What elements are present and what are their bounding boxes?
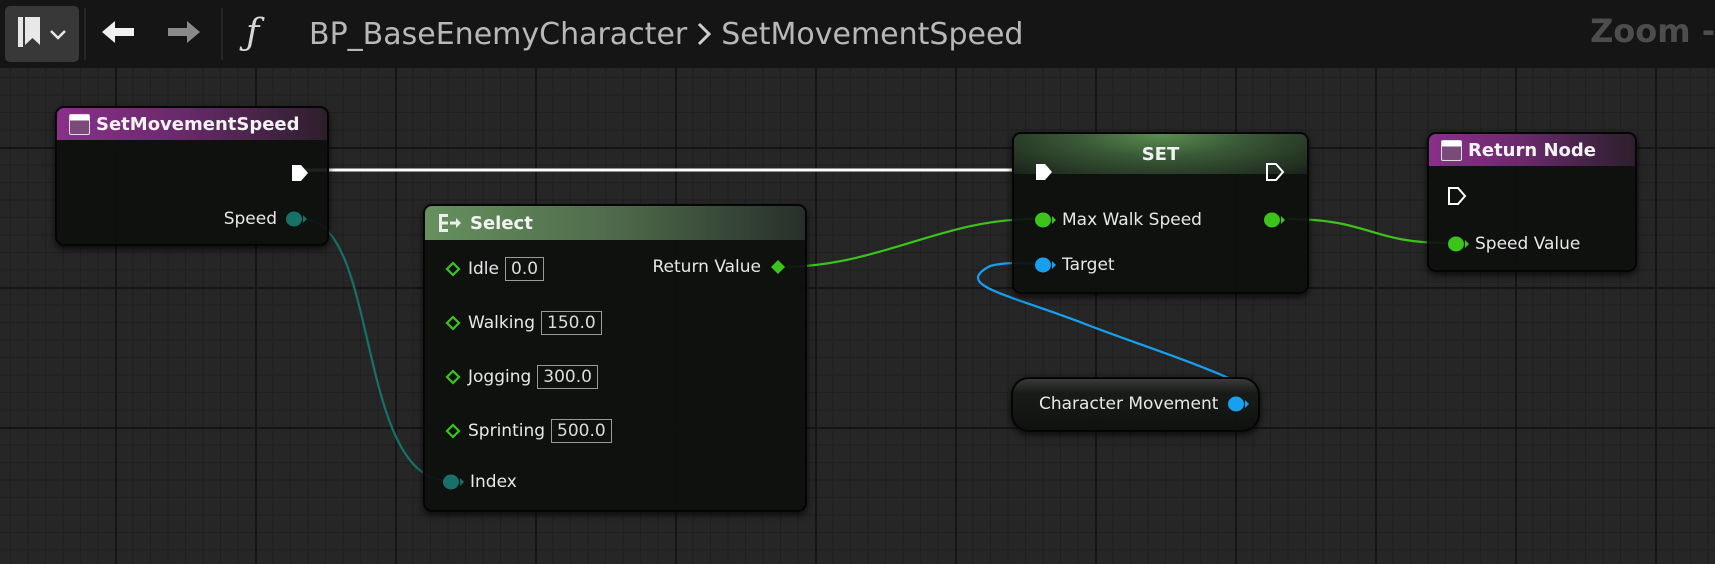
function-icon: ƒ	[246, 12, 260, 53]
arrow-right-icon	[166, 19, 202, 49]
toolbar-separator	[84, 8, 86, 60]
select-option-row: Walking 150.0	[445, 311, 602, 335]
character-movement-row: Character Movement	[1039, 394, 1250, 414]
setout-to-speedvalue-wire[interactable]	[1286, 217, 1448, 245]
arrow-left-icon	[100, 19, 136, 49]
bookmark-icon	[18, 17, 42, 51]
exec-in-pin[interactable]	[1034, 162, 1054, 182]
function-icon	[69, 113, 90, 135]
breadcrumb: BP_BaseEnemyCharacter SetMovementSpeed	[309, 14, 1023, 54]
node-title: Select	[470, 212, 533, 234]
option-pin[interactable]	[445, 261, 461, 277]
select-icon	[438, 213, 462, 233]
select-option-row: Jogging 300.0	[445, 365, 598, 389]
character-movement-node[interactable]: Character Movement	[1011, 377, 1260, 432]
toolbar-separator	[221, 8, 223, 60]
max-walk-speed-row: Max Walk Speed	[1034, 210, 1202, 230]
option-pin[interactable]	[445, 423, 461, 439]
index-input-row: Index	[442, 472, 517, 492]
option-value-input[interactable]: 500.0	[551, 419, 612, 443]
forward-button[interactable]	[162, 14, 206, 54]
speed-output-pin[interactable]	[285, 210, 307, 228]
chevron-down-icon	[50, 25, 66, 44]
zoom-label: Zoom -	[1590, 12, 1715, 50]
option-label: Idle	[468, 259, 499, 279]
index-input-pin[interactable]	[442, 473, 464, 491]
max-walk-speed-output-pin[interactable]	[1263, 211, 1285, 229]
exec-out-pin[interactable]	[1265, 162, 1285, 182]
pin-label: Return Value	[652, 257, 762, 277]
pin-label: Index	[470, 472, 517, 492]
node-title: Return Node	[1468, 139, 1596, 161]
chevron-right-icon	[697, 22, 712, 46]
target-row: Target	[1034, 255, 1115, 275]
max-walk-speed-input-pin[interactable]	[1034, 211, 1056, 229]
node-title: SET	[1141, 143, 1180, 165]
return-value-pin[interactable]	[769, 258, 787, 276]
pin-label: Target	[1062, 255, 1115, 275]
option-pin[interactable]	[445, 315, 461, 331]
character-movement-output-pin[interactable]	[1227, 395, 1250, 413]
option-label: Sprinting	[468, 421, 546, 441]
back-button[interactable]	[96, 14, 140, 54]
option-label: Walking	[468, 313, 535, 333]
graph-canvas[interactable]: ƒ BP_BaseEnemyCharacter SetMovementSpeed…	[0, 0, 1715, 564]
select-node[interactable]: Select Idle 0.0 Walking 150.0 Jogging 30…	[423, 204, 807, 512]
pin-label: Speed Value	[1475, 234, 1581, 254]
option-value-input[interactable]: 150.0	[541, 311, 602, 335]
speed-value-row: Speed Value	[1447, 234, 1580, 254]
pin-label: Max Walk Speed	[1062, 210, 1202, 230]
wires-layer	[301, 168, 1448, 483]
function-entry-node[interactable]: SetMovementSpeed Speed	[55, 106, 329, 246]
select-option-row: Sprinting 500.0	[445, 419, 612, 443]
function-icon	[1441, 139, 1462, 161]
select-option-row: Idle 0.0	[445, 257, 545, 281]
variable-label: Character Movement	[1039, 394, 1219, 414]
set-node[interactable]: SET Max Walk Speed Target	[1012, 132, 1309, 294]
target-input-pin[interactable]	[1034, 256, 1056, 274]
node-header[interactable]: Return Node	[1429, 134, 1635, 166]
option-label: Jogging	[468, 367, 532, 387]
return-to-maxwalkspeed-wire[interactable]	[779, 217, 1035, 269]
exec-out-pin[interactable]	[290, 163, 310, 183]
return-node[interactable]: Return Node Speed Value	[1427, 132, 1637, 272]
node-header[interactable]: Select	[425, 206, 805, 240]
return-value-row: Return Value	[653, 257, 788, 277]
node-header[interactable]: SET	[1014, 134, 1307, 174]
option-pin[interactable]	[445, 369, 461, 385]
speed-output-row: Speed	[224, 209, 307, 229]
option-value-input[interactable]: 300.0	[537, 365, 598, 389]
option-value-input[interactable]: 0.0	[505, 257, 545, 281]
node-title: SetMovementSpeed	[96, 113, 300, 135]
speed-value-input-pin[interactable]	[1447, 235, 1469, 253]
bookmark-menu-button[interactable]	[5, 6, 79, 62]
exec-in-pin[interactable]	[1447, 186, 1467, 206]
toolbar: ƒ BP_BaseEnemyCharacter SetMovementSpeed…	[0, 0, 1715, 68]
pin-label: Speed	[223, 209, 277, 229]
breadcrumb-current[interactable]: SetMovementSpeed	[721, 17, 1023, 52]
breadcrumb-parent[interactable]: BP_BaseEnemyCharacter	[309, 17, 687, 52]
node-header[interactable]: SetMovementSpeed	[57, 108, 327, 140]
